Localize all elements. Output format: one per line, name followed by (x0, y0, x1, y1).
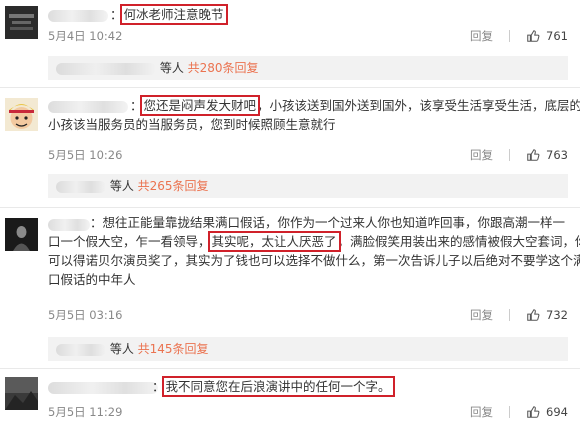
avatar[interactable] (5, 218, 38, 251)
separator (509, 406, 511, 418)
comment-actions: 回复 761 (470, 28, 568, 44)
more-replies-link[interactable]: 共145条回复 (138, 342, 209, 356)
highlighted-text: 我不同意您在后浪演讲中的任何一个字。 (161, 376, 395, 397)
blurred-username (48, 101, 128, 113)
divider (0, 207, 580, 208)
like-button[interactable]: 732 (526, 308, 568, 322)
blurred-username (48, 219, 90, 231)
comment-text: ：何冰老师注意晚节 (110, 4, 228, 25)
comment-text: 口假话的中年人 (48, 272, 136, 287)
like-count: 694 (546, 405, 568, 419)
divider (0, 368, 580, 369)
reply-button[interactable]: 回复 (470, 28, 493, 44)
like-count: 761 (546, 29, 568, 43)
comment-actions: 回复 732 (470, 307, 568, 323)
like-count: 763 (546, 148, 568, 162)
blurred-username (56, 344, 106, 356)
avatar[interactable] (5, 377, 38, 410)
highlighted-text: 您还是闷声发大财吧 (139, 95, 261, 116)
thumbs-up-icon (527, 149, 540, 161)
blurred-username (56, 63, 156, 75)
thumbs-up-icon (527, 309, 540, 321)
reply-button[interactable]: 回复 (470, 404, 493, 420)
more-replies-link[interactable]: 共280条回复 (188, 61, 259, 75)
comment-text: 小孩该当服务员的当服务员，您到时候照顾生意就行 (48, 117, 336, 132)
separator (509, 149, 511, 161)
avatar[interactable] (5, 98, 38, 131)
timestamp: 5月5日 10:26 (48, 148, 123, 162)
reply-summary[interactable]: 等人 共280条回复 (48, 56, 568, 80)
like-button[interactable]: 763 (526, 148, 568, 162)
reply-button[interactable]: 回复 (470, 307, 493, 323)
blurred-username (48, 10, 108, 22)
thumbs-up-icon (527, 30, 540, 42)
timestamp: 5月5日 11:29 (48, 405, 123, 419)
separator (509, 30, 511, 42)
comment-text: 可以得诺贝尔演员奖了，其实为了钱也可以选择不做什么，第一次告诉儿子以后绝对不要学… (48, 253, 580, 268)
reply-summary[interactable]: 等人 共145条回复 (48, 337, 568, 361)
comment-text: 口一个假大空，乍一看领导，其实呢，太让人厌恶了，满脸假笑用装出来的感情被假大空套… (48, 231, 580, 252)
blurred-username (56, 181, 106, 193)
comment-text: ：我不同意您在后浪演讲中的任何一个字。 (152, 376, 395, 397)
comment-text: ：您还是闷声发大财吧，小孩该送到国外送到国外，该享受生活享受生活，底层的 (130, 95, 580, 116)
separator (509, 309, 511, 321)
comment-actions: 回复 694 (470, 404, 568, 420)
like-button[interactable]: 761 (526, 29, 568, 43)
timestamp: 5月4日 10:42 (48, 29, 123, 43)
avatar[interactable] (5, 6, 38, 39)
comment-text: ：想往正能量靠拢结果满口假话，你作为一个过来人你也知道咋回事，你跟高潮一样一 (90, 215, 566, 230)
highlighted-text: 其实呢，太让人厌恶了 (207, 231, 341, 252)
divider (0, 87, 580, 88)
blurred-username (48, 382, 158, 394)
more-replies-link[interactable]: 共265条回复 (138, 179, 209, 193)
reply-button[interactable]: 回复 (470, 147, 493, 163)
comment-actions: 回复 763 (470, 147, 568, 163)
reply-summary[interactable]: 等人 共265条回复 (48, 174, 568, 198)
thumbs-up-icon (527, 406, 540, 418)
like-count: 732 (546, 308, 568, 322)
highlighted-text: 何冰老师注意晚节 (119, 4, 228, 25)
like-button[interactable]: 694 (526, 405, 568, 419)
timestamp: 5月5日 03:16 (48, 308, 123, 322)
